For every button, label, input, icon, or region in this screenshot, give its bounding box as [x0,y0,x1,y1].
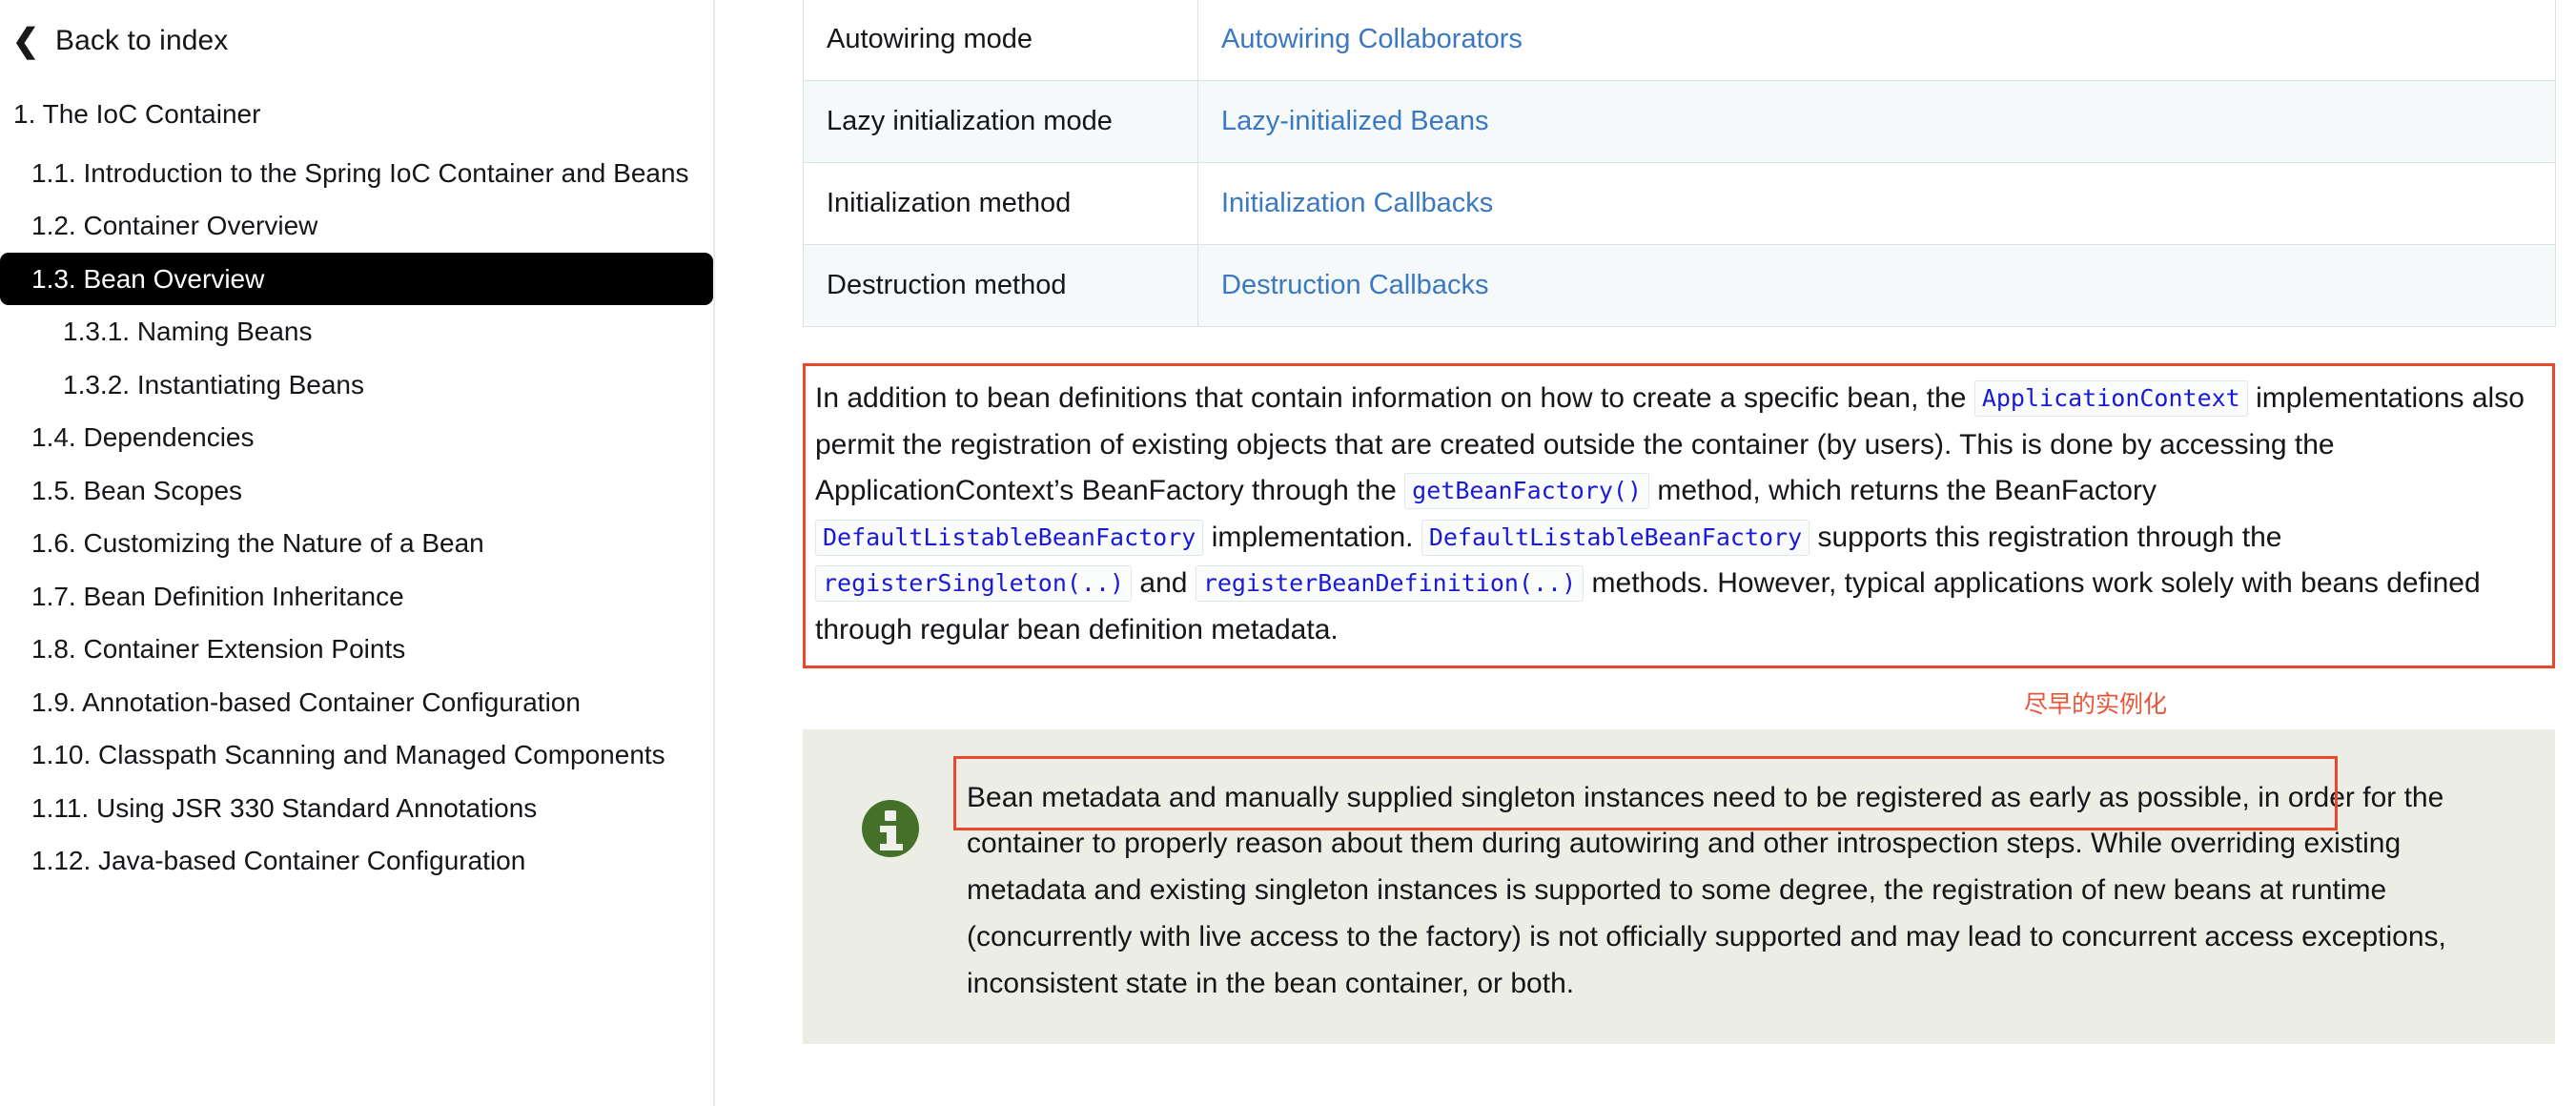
table-row: Lazy initialization mode Lazy-initialized… [803,80,2556,163]
code-register-singleton: registerSingleton(..) [815,565,1133,603]
table-cell-property: Lazy initialization mode [803,80,1198,163]
property-label: Initialization method [827,188,1072,218]
table-link[interactable]: Lazy-initialized Beans [1221,106,1488,136]
para-seg-5: supports this registration through the [1817,521,2282,553]
info-callout: Bean metadata and manually supplied sing… [803,728,2555,1044]
table-cell-property: Autowiring mode [803,0,1198,81]
info-callout-text: Bean metadata and manually supplied sing… [967,781,2446,1000]
page-root: ❮ Back to index 1. The IoC Container 1.1.… [0,0,2576,1106]
sidebar-item-0[interactable]: 1. The IoC Container [0,88,713,141]
code-default-listable-bean-factory-1: DefaultListableBeanFactory [815,519,1204,556]
sidebar-item-5[interactable]: 1.3.2. Instantiating Beans [0,358,713,412]
code-application-context: ApplicationContext [1973,380,2248,417]
para-seg-4: implementation. [1211,521,1414,553]
table-cell-property: Destruction method [803,244,1198,327]
sidebar-item-6[interactable]: 1.4. Dependencies [0,411,713,464]
table-cell-property: Initialization method [803,162,1198,245]
bean-definition-properties-table: Autowiring mode Autowiring Collaborators L… [803,0,2556,327]
property-label: Lazy initialization mode [827,106,1113,136]
back-to-index-label: Back to index [55,25,229,56]
para-seg-6: and [1139,567,1188,600]
table-link[interactable]: Autowiring Collaborators [1221,24,1523,54]
table-cell-link: Autowiring Collaborators [1197,0,2556,81]
highlighted-paragraph-box: In addition to bean definitions that con… [803,363,2555,668]
sidebar-item-3[interactable]: 1.3. Bean Overview [0,252,713,306]
code-default-listable-bean-factory-2: DefaultListableBeanFactory [1421,519,1810,556]
chinese-annotation-note: 尽早的实例化 [2023,689,2167,718]
sidebar-item-7[interactable]: 1.5. Bean Scopes [0,464,713,518]
table-cell-link: Initialization Callbacks [1197,162,2556,245]
code-register-bean-definition: registerBeanDefinition(..) [1195,565,1584,603]
table-row: Destruction method Destruction Callbacks [803,244,2556,327]
info-callout-body: Bean metadata and manually supplied sing… [953,755,2517,1008]
sidebar-item-9[interactable]: 1.7. Bean Definition Inheritance [0,570,713,624]
sidebar-item-2[interactable]: 1.2. Container Overview [0,199,713,253]
sidebar-toc: ❮ Back to index 1. The IoC Container 1.1.… [0,0,715,1106]
sidebar-item-10[interactable]: 1.8. Container Extension Points [0,623,713,676]
sidebar-item-11[interactable]: 1.9. Annotation-based Container Configur… [0,676,713,729]
sidebar-item-4[interactable]: 1.3.1. Naming Beans [0,305,713,358]
table-link[interactable]: Initialization Callbacks [1221,188,1493,218]
table-cell-link: Lazy-initialized Beans [1197,80,2556,163]
sidebar-item-13[interactable]: 1.11. Using JSR 330 Standard Annotations [0,782,713,835]
toc-list: 1. The IoC Container 1.1. Introduction to… [0,88,713,888]
code-get-bean-factory: getBeanFactory() [1404,473,1649,510]
table-link[interactable]: Destruction Callbacks [1221,270,1488,300]
info-icon [860,798,921,859]
para-seg-3: method, which returns the BeanFactory [1657,475,2157,507]
sidebar-item-12[interactable]: 1.10. Classpath Scanning and Managed Com… [0,728,713,782]
main-content: Autowiring mode Autowiring Collaborators L… [715,0,2576,1106]
table-row: Initialization method Initialization Call… [803,162,2556,245]
table-row: Autowiring mode Autowiring Collaborators [803,0,2556,81]
property-label: Destruction method [827,270,1067,300]
table-cell-link: Destruction Callbacks [1197,244,2556,327]
sidebar-item-8[interactable]: 1.6. Customizing the Nature of a Bean [0,517,713,570]
para-seg-1: In addition to bean definitions that con… [815,382,1967,414]
property-label: Autowiring mode [827,24,1032,54]
sidebar-item-1[interactable]: 1.1. Introduction to the Spring IoC Cont… [0,147,713,200]
sidebar-item-14[interactable]: 1.12. Java-based Container Configuration [0,834,713,888]
back-to-index-link[interactable]: ❮ Back to index [0,0,713,59]
chevron-left-icon: ❮ [11,23,40,59]
bean-registration-paragraph: In addition to bean definitions that con… [815,376,2539,654]
